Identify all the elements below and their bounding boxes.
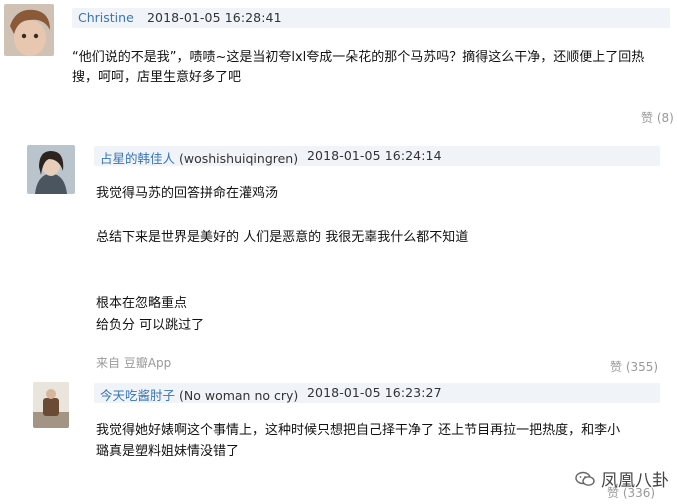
author-nickname[interactable]: 今天吃酱肘子 — [100, 388, 175, 403]
comment-text-line: 根本在忽略重点 — [96, 296, 188, 311]
comment-text-line: 我觉得马苏的回答拼命在灌鸡汤 — [96, 186, 279, 201]
comment-author[interactable]: 今天吃酱肘子 (No woman no cry) — [100, 385, 298, 404]
avatar[interactable] — [33, 382, 69, 428]
comment-timestamp: 2018-01-05 16:28:41 — [147, 10, 282, 25]
comment-text-line: 搜，呵呵，店里生意好多了吧 — [72, 70, 242, 85]
author-handle: (No woman no cry) — [179, 388, 299, 403]
watermark: 凤凰八卦 — [575, 466, 669, 491]
comment-source: 来自 豆瓣App — [96, 354, 171, 371]
source-prefix: 来自 — [96, 356, 121, 370]
comment-timestamp: 2018-01-05 16:23:27 — [307, 385, 442, 400]
like-button[interactable]: 赞 (8) — [641, 109, 674, 126]
source-app-link[interactable]: 豆瓣App — [124, 356, 171, 370]
author-nickname[interactable]: 占星的韩佳人 — [100, 151, 175, 166]
comment-text-line: 总结下来是世界是美好的 人们是恶意的 我很无辜我什么都不知道 — [96, 230, 469, 245]
wechat-icon — [575, 471, 595, 486]
comment-text-line: 璐真是塑料姐妹情没错了 — [96, 444, 240, 459]
comment-author[interactable]: Christine — [78, 10, 134, 25]
like-button[interactable]: 赞 (355) — [610, 358, 658, 375]
author-handle: (woshishuiqingren) — [179, 151, 299, 166]
comment-text-line: 给负分 可以跳过了 — [96, 318, 205, 333]
comment-author[interactable]: 占星的韩佳人 (woshishuiqingren) — [100, 148, 298, 167]
comment-timestamp: 2018-01-05 16:24:14 — [307, 148, 442, 163]
avatar[interactable] — [27, 145, 75, 194]
avatar[interactable] — [4, 4, 54, 56]
watermark-text: 凤凰八卦 — [601, 471, 669, 491]
comment-text-line: “他们说的不是我”，啧啧~这是当初夸lxl夸成一朵花的那个马苏吗？摘得这么干净，… — [72, 50, 645, 65]
comment-text-line: 我觉得她好婊啊这个事情上，这种时候只想把自己择干净了 还上节目再拉一把热度，和李… — [96, 423, 621, 438]
